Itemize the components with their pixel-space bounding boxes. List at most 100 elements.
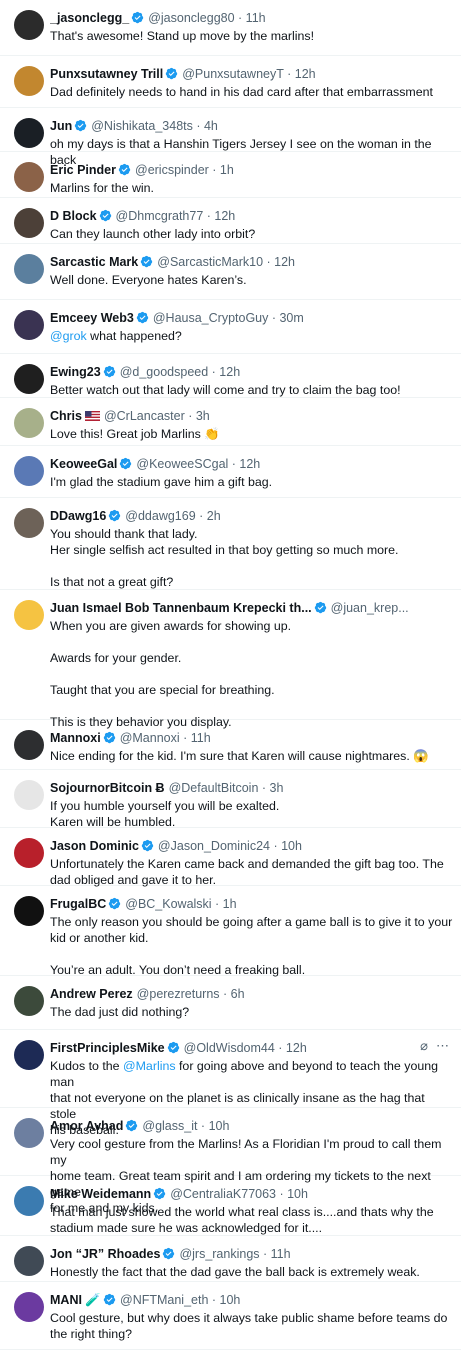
avatar[interactable] bbox=[14, 456, 44, 486]
verified-badge-icon bbox=[75, 119, 87, 132]
avatar[interactable] bbox=[14, 508, 44, 538]
avatar[interactable] bbox=[14, 1292, 44, 1322]
mention-link[interactable]: @Marlins bbox=[123, 1059, 176, 1073]
handle-and-time[interactable]: @d_goodspeed · 12h bbox=[120, 365, 240, 379]
display-name[interactable]: Eric Pinder bbox=[50, 163, 116, 177]
verified-badge-icon bbox=[163, 1247, 175, 1260]
avatar[interactable] bbox=[14, 118, 44, 148]
display-name[interactable]: Amor Avhad bbox=[50, 1119, 123, 1133]
handle-and-time[interactable]: @BC_Kowalski · 1h bbox=[125, 897, 236, 911]
handle-and-time[interactable]: @PunxsutawneyT · 12h bbox=[182, 67, 315, 81]
handle-and-time[interactable]: @KeoweeSCgal · 12h bbox=[136, 457, 260, 471]
avatar[interactable] bbox=[14, 896, 44, 926]
reply-text: Cool gesture, but why does it always tak… bbox=[50, 1311, 448, 1341]
reply-item[interactable]: Ewing23 @d_goodspeed · 12h Better watch ou… bbox=[0, 354, 461, 398]
reply-item[interactable]: Andrew Perez @perezreturns · 6h The dad ju… bbox=[0, 976, 461, 1030]
handle-and-time[interactable]: @CrLancaster · 3h bbox=[104, 409, 210, 423]
display-name[interactable]: FrugalBC bbox=[50, 897, 106, 911]
verified-badge-icon bbox=[118, 163, 131, 176]
display-name[interactable]: Andrew Perez bbox=[50, 987, 133, 1001]
display-name[interactable]: Sarcastic Mark bbox=[50, 255, 138, 269]
handle-and-time[interactable]: @NFTMani_eth · 10h bbox=[120, 1293, 240, 1307]
avatar[interactable] bbox=[14, 1186, 44, 1216]
reply-item[interactable]: Jun @Nishikata_348ts · 4h oh my days is th… bbox=[0, 108, 461, 167]
handle-and-time[interactable]: @Hausa_CryptoGuy · 30m bbox=[153, 311, 304, 325]
avatar[interactable] bbox=[14, 1118, 44, 1148]
avatar[interactable] bbox=[14, 986, 44, 1016]
avatar[interactable] bbox=[14, 1040, 44, 1070]
reply-item[interactable]: Punxsutawney Trill @PunxsutawneyT · 12h Da… bbox=[0, 56, 461, 108]
display-name[interactable]: _jasonclegg_ bbox=[50, 11, 129, 25]
display-name[interactable]: Juan Ismael Bob Tannenbaum Krepecki th..… bbox=[50, 601, 312, 615]
avatar[interactable] bbox=[14, 780, 44, 810]
avatar[interactable] bbox=[14, 208, 44, 238]
reply-item[interactable]: Juan Ismael Bob Tannenbaum Krepecki th..… bbox=[0, 590, 461, 729]
display-name[interactable]: Ewing23 bbox=[50, 365, 101, 379]
display-name[interactable]: FirstPrinciplesMike bbox=[50, 1041, 165, 1055]
reply-item[interactable]: Emceey Web3 @Hausa_CryptoGuy · 30m @grok w… bbox=[0, 300, 461, 354]
display-name[interactable]: Jun bbox=[50, 119, 72, 133]
avatar[interactable] bbox=[14, 838, 44, 868]
handle-and-time[interactable]: @ddawg169 · 2h bbox=[125, 509, 220, 523]
reply-header: Eric Pinder @ericspinder · 1h bbox=[50, 161, 453, 179]
avatar[interactable] bbox=[14, 600, 44, 630]
display-name[interactable]: Mannoxi bbox=[50, 731, 101, 745]
reply-item[interactable]: KeoweeGal @KeoweeSCgal · 12h I'm glad the … bbox=[0, 446, 461, 498]
avatar[interactable] bbox=[14, 162, 44, 192]
more-icon[interactable]: ⋯ bbox=[436, 1038, 449, 1053]
avatar[interactable] bbox=[14, 66, 44, 96]
display-name[interactable]: KeoweeGal bbox=[50, 457, 117, 471]
display-name[interactable]: MANI bbox=[50, 1293, 82, 1307]
avatar[interactable] bbox=[14, 364, 44, 394]
reply-item[interactable]: FirstPrinciplesMike @OldWisdom44 · 12h ⌀ ⋯ K… bbox=[0, 1030, 461, 1137]
avatar[interactable] bbox=[14, 310, 44, 340]
handle-and-time[interactable]: @CentraliaK77063 · 10h bbox=[170, 1187, 308, 1201]
grok-icon[interactable]: ⌀ bbox=[420, 1038, 428, 1053]
display-name[interactable]: Jon “JR” Rhoades bbox=[50, 1247, 160, 1261]
handle-and-time[interactable]: @SarcasticMark10 · 12h bbox=[157, 255, 295, 269]
display-name[interactable]: Jason Dominic bbox=[50, 839, 139, 853]
handle-and-time[interactable]: @ericspinder · 1h bbox=[135, 163, 234, 177]
handle-and-time[interactable]: @DefaultBitcoin · 3h bbox=[169, 781, 284, 795]
reply-item[interactable]: SojournorBitcoin Ƀ @DefaultBitcoin · 3h If… bbox=[0, 770, 461, 829]
display-name[interactable]: SojournorBitcoin Ƀ bbox=[50, 781, 165, 795]
reply-item[interactable]: Jason Dominic @Jason_Dominic24 · 10h Unfor… bbox=[0, 828, 461, 887]
reply-text: When you are given awards for showing up… bbox=[50, 619, 292, 729]
display-name[interactable]: Emceey Web3 bbox=[50, 311, 134, 325]
reply-header: Chris @CrLancaster · 3h bbox=[50, 407, 453, 425]
avatar[interactable] bbox=[14, 1246, 44, 1276]
display-name[interactable]: Punxsutawney Trill bbox=[50, 67, 163, 81]
handle-and-time[interactable]: @Dhmcgrath77 · 12h bbox=[116, 209, 236, 223]
mention-link[interactable]: @grok bbox=[50, 329, 87, 343]
reply-item[interactable]: Jon “JR” Rhoades @jrs_rankings · 11h Hones… bbox=[0, 1236, 461, 1282]
reply-item[interactable]: Amor Avhad @glass_it · 10h Very cool gestu… bbox=[0, 1108, 461, 1215]
reply-item[interactable]: MANI 🧪 @NFTMani_eth · 10h Cool gesture, bu… bbox=[0, 1282, 461, 1350]
handle-and-time[interactable]: @Jason_Dominic24 · 10h bbox=[158, 839, 302, 853]
avatar[interactable] bbox=[14, 408, 44, 438]
avatar[interactable] bbox=[14, 10, 44, 40]
handle-and-time[interactable]: @perezreturns · 6h bbox=[137, 987, 245, 1001]
reply-item[interactable]: Mike Weidemann @CentraliaK77063 · 10h That… bbox=[0, 1176, 461, 1236]
handle-and-time[interactable]: @Nishikata_348ts · 4h bbox=[91, 119, 218, 133]
reply-text: @grok what happened? bbox=[50, 329, 182, 343]
handle-and-time[interactable]: @glass_it · 10h bbox=[142, 1119, 229, 1133]
display-name[interactable]: Mike Weidemann bbox=[50, 1187, 151, 1201]
reply-item[interactable]: Mannoxi @Mannoxi · 11h Nice ending for the… bbox=[0, 720, 461, 770]
reply-item[interactable]: Sarcastic Mark @SarcasticMark10 · 12h Well… bbox=[0, 244, 461, 300]
handle-and-time[interactable]: @Mannoxi · 11h bbox=[120, 731, 211, 745]
avatar[interactable] bbox=[14, 254, 44, 284]
display-name[interactable]: D Block bbox=[50, 209, 97, 223]
reply-item[interactable]: D Block @Dhmcgrath77 · 12h Can they launch… bbox=[0, 198, 461, 244]
reply-item[interactable]: _jasonclegg_ @jasonclegg80 · 11h That's aw… bbox=[0, 0, 461, 56]
handle-and-time[interactable]: @jasonclegg80 · 11h bbox=[148, 11, 265, 25]
reply-item[interactable]: Chris @CrLancaster · 3h Love this! Great j… bbox=[0, 398, 461, 446]
reply-item[interactable]: DDawg16 @ddawg169 · 2h You should thank th… bbox=[0, 498, 461, 590]
avatar[interactable] bbox=[14, 730, 44, 760]
display-name[interactable]: Chris bbox=[50, 409, 82, 423]
reply-item[interactable]: FrugalBC @BC_Kowalski · 1h The only reason… bbox=[0, 886, 461, 977]
handle-and-time[interactable]: @OldWisdom44 · 12h bbox=[184, 1041, 307, 1055]
display-name[interactable]: DDawg16 bbox=[50, 509, 106, 523]
handle-and-time[interactable]: @jrs_rankings · 11h bbox=[179, 1247, 290, 1261]
handle-and-time[interactable]: @juan_krep... bbox=[331, 601, 409, 615]
reply-item[interactable]: Eric Pinder @ericspinder · 1h Marlins for … bbox=[0, 152, 461, 198]
